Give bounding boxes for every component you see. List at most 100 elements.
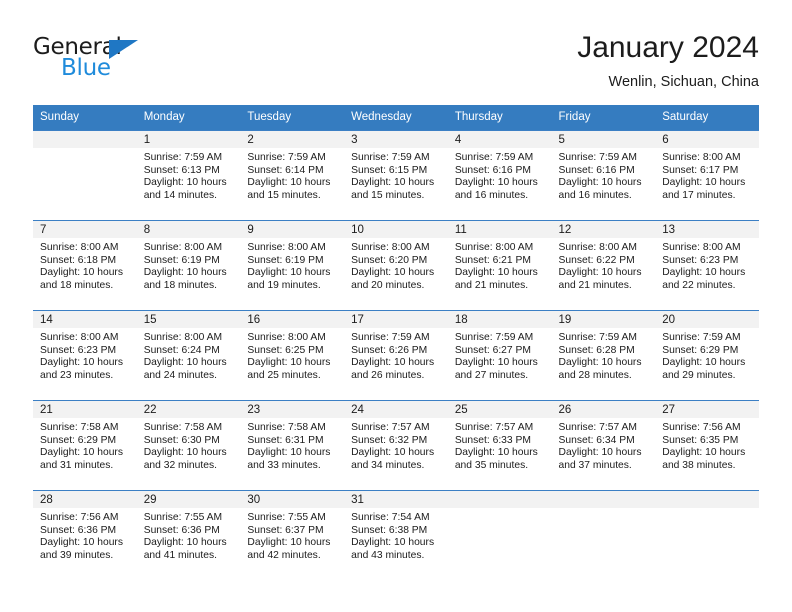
sunrise-text: Sunrise: 7:57 AM — [558, 422, 637, 433]
calendar-day-cell[interactable]: 19 Sunrise: 7:59 AM Sunset: 6:28 PM Dayligh… — [551, 310, 656, 400]
day-cell-inner: 1 Sunrise: 7:59 AM Sunset: 6:13 PM Daylight… — [136, 130, 241, 220]
day-cell-details: Sunrise: 7:54 AM Sunset: 6:38 PM Daylight:… — [344, 508, 448, 562]
location-subtitle: Wenlin, Sichuan, China — [608, 74, 759, 90]
calendar-day-cell[interactable]: 5 Sunrise: 7:59 AM Sunset: 6:16 PM Daylight… — [551, 130, 656, 220]
daylight-text-line1: Daylight: 10 hours — [351, 537, 435, 549]
sunrise-text: Sunrise: 7:58 AM — [247, 422, 326, 433]
calendar-day-cell[interactable]: 23 Sunrise: 7:58 AM Sunset: 6:31 PM Dayligh… — [240, 400, 345, 490]
sunset-text: Sunset: 6:23 PM — [40, 344, 117, 356]
calendar-day-cell[interactable]: 29 Sunrise: 7:55 AM Sunset: 6:36 PM Dayligh… — [136, 490, 241, 580]
daylight-text-line1: Daylight: 10 hours — [351, 447, 435, 459]
day-cell-inner: 20 Sunrise: 7:59 AM Sunset: 6:29 PM Dayligh… — [655, 310, 759, 400]
daylight-text-line1: Daylight: 10 hours — [247, 267, 331, 279]
calendar-day-cell[interactable]: 1 Sunrise: 7:59 AM Sunset: 6:13 PM Daylight… — [136, 130, 241, 220]
page-header: General Blue January 2024 Wenlin, Sichua… — [33, 30, 759, 100]
calendar-day-cell[interactable]: 24 Sunrise: 7:57 AM Sunset: 6:32 PM Dayligh… — [344, 400, 448, 490]
daylight-text-line2: and 22 minutes. — [662, 279, 736, 291]
calendar-day-cell[interactable]: 21 Sunrise: 7:58 AM Sunset: 6:29 PM Dayligh… — [33, 400, 137, 490]
sunrise-text: Sunrise: 7:55 AM — [143, 512, 223, 523]
weekday-header-wednesday: Wednesday — [344, 105, 448, 130]
calendar-day-cell[interactable]: 18 Sunrise: 7:59 AM Sunset: 6:27 PM Dayligh… — [447, 310, 552, 400]
day-cell-inner: 7 Sunrise: 8:00 AM Sunset: 6:18 PM Daylight… — [33, 220, 137, 310]
daylight-text-line1: Daylight: 10 hours — [143, 357, 227, 369]
calendar-day-cell[interactable]: 17 Sunrise: 7:59 AM Sunset: 6:26 PM Dayligh… — [344, 310, 448, 400]
calendar-day-cell[interactable]: 8 Sunrise: 8:00 AM Sunset: 6:19 PM Daylight… — [136, 220, 241, 310]
calendar-grid: Sunday Monday Tuesday Wednesday Thursday Frid… — [33, 105, 759, 580]
daylight-text-line2: and 33 minutes. — [247, 459, 321, 471]
day-cell-inner: 10 Sunrise: 8:00 AM Sunset: 6:20 PM Dayligh… — [344, 220, 448, 310]
day-cell-inner — [33, 130, 137, 220]
day-cell-inner: 3 Sunrise: 7:59 AM Sunset: 6:15 PM Daylight… — [344, 130, 448, 220]
calendar-day-cell[interactable]: 15 Sunrise: 8:00 AM Sunset: 6:24 PM Dayligh… — [136, 310, 241, 400]
sunset-text: Sunset: 6:18 PM — [40, 254, 117, 266]
sunrise-text: Sunrise: 8:00 AM — [40, 242, 119, 253]
day-cell-inner: 5 Sunrise: 7:59 AM Sunset: 6:16 PM Daylight… — [551, 130, 656, 220]
calendar-day-cell[interactable]: 22 Sunrise: 7:58 AM Sunset: 6:30 PM Dayligh… — [136, 400, 241, 490]
day-cell-details: Sunrise: 7:57 AM Sunset: 6:34 PM Daylight:… — [552, 418, 656, 472]
calendar-day-cell[interactable]: 13 Sunrise: 8:00 AM Sunset: 6:23 PM Dayligh… — [655, 220, 759, 310]
daylight-text-line2: and 25 minutes. — [247, 369, 321, 381]
calendar-day-cell[interactable]: 20 Sunrise: 7:59 AM Sunset: 6:29 PM Dayligh… — [655, 310, 759, 400]
calendar-day-cell[interactable]: 31 Sunrise: 7:54 AM Sunset: 6:38 PM Dayligh… — [344, 490, 448, 580]
day-number: 5 — [551, 131, 656, 148]
daylight-text-line2: and 23 minutes. — [40, 369, 114, 381]
daylight-text-line2: and 35 minutes. — [454, 459, 529, 471]
day-cell-details: Sunrise: 7:55 AM Sunset: 6:36 PM Daylight:… — [137, 508, 241, 562]
day-cell-inner: 9 Sunrise: 8:00 AM Sunset: 6:19 PM Daylight… — [240, 220, 345, 310]
calendar-day-cell[interactable]: 16 Sunrise: 8:00 AM Sunset: 6:25 PM Dayligh… — [240, 310, 345, 400]
sunset-text: Sunset: 6:36 PM — [143, 524, 220, 536]
day-number: 29 — [136, 491, 241, 508]
calendar-day-cell[interactable]: 26 Sunrise: 7:57 AM Sunset: 6:34 PM Dayligh… — [551, 400, 656, 490]
calendar-day-cell[interactable]: 28 Sunrise: 7:56 AM Sunset: 6:36 PM Dayligh… — [33, 490, 137, 580]
day-cell-details: Sunrise: 7:57 AM Sunset: 6:32 PM Daylight:… — [344, 418, 448, 472]
daylight-text-line1: Daylight: 10 hours — [662, 267, 746, 279]
calendar-day-cell[interactable]: 11 Sunrise: 8:00 AM Sunset: 6:21 PM Dayligh… — [447, 220, 552, 310]
day-cell-inner: 22 Sunrise: 7:58 AM Sunset: 6:30 PM Dayligh… — [136, 400, 241, 490]
calendar-day-cell[interactable]: 2 Sunrise: 7:59 AM Sunset: 6:14 PM Daylight… — [240, 130, 345, 220]
day-cell-inner: 27 Sunrise: 7:56 AM Sunset: 6:35 PM Dayligh… — [655, 400, 759, 490]
calendar-cell-empty — [447, 490, 552, 580]
daylight-text-line1: Daylight: 10 hours — [40, 537, 123, 549]
sunrise-text: Sunrise: 8:00 AM — [662, 152, 741, 163]
calendar-day-cell[interactable]: 4 Sunrise: 7:59 AM Sunset: 6:16 PM Daylight… — [447, 130, 552, 220]
sunset-text: Sunset: 6:37 PM — [247, 524, 324, 536]
sunset-text: Sunset: 6:22 PM — [558, 254, 635, 266]
calendar-day-cell[interactable]: 3 Sunrise: 7:59 AM Sunset: 6:15 PM Daylight… — [344, 130, 448, 220]
calendar-day-cell[interactable]: 27 Sunrise: 7:56 AM Sunset: 6:35 PM Dayligh… — [655, 400, 759, 490]
sunrise-text: Sunrise: 7:56 AM — [662, 422, 741, 433]
daylight-text-line1: Daylight: 10 hours — [454, 447, 538, 459]
calendar-day-cell[interactable]: 12 Sunrise: 8:00 AM Sunset: 6:22 PM Dayligh… — [551, 220, 656, 310]
sunrise-text: Sunrise: 8:00 AM — [454, 242, 534, 253]
weekday-header-sunday: Sunday — [33, 105, 137, 130]
calendar-day-cell[interactable]: 9 Sunrise: 8:00 AM Sunset: 6:19 PM Daylight… — [240, 220, 345, 310]
day-cell-details: Sunrise: 8:00 AM Sunset: 6:25 PM Daylight:… — [240, 328, 344, 382]
calendar-week-row: 28 Sunrise: 7:56 AM Sunset: 6:36 PM Dayligh… — [33, 490, 759, 580]
calendar-day-cell[interactable]: 25 Sunrise: 7:57 AM Sunset: 6:33 PM Dayligh… — [447, 400, 552, 490]
daylight-text-line1: Daylight: 10 hours — [247, 537, 331, 549]
calendar-week-row: 7 Sunrise: 8:00 AM Sunset: 6:18 PM Daylight… — [33, 220, 759, 310]
day-number: 18 — [447, 311, 552, 328]
day-cell-details: Sunrise: 7:55 AM Sunset: 6:37 PM Daylight:… — [240, 508, 344, 562]
calendar-cell-empty — [551, 490, 656, 580]
sunset-text: Sunset: 6:24 PM — [143, 344, 220, 356]
day-number: 30 — [240, 491, 345, 508]
day-cell-inner: 14 Sunrise: 8:00 AM Sunset: 6:23 PM Dayligh… — [33, 310, 137, 400]
calendar-day-cell[interactable]: 6 Sunrise: 8:00 AM Sunset: 6:17 PM Daylight… — [655, 130, 759, 220]
daylight-text-line1: Daylight: 10 hours — [351, 267, 435, 279]
sunrise-text: Sunrise: 7:57 AM — [454, 422, 534, 433]
weekday-header-saturday: Saturday — [655, 105, 759, 130]
calendar-day-cell[interactable]: 30 Sunrise: 7:55 AM Sunset: 6:37 PM Dayligh… — [240, 490, 345, 580]
sunset-text: Sunset: 6:27 PM — [454, 344, 531, 356]
calendar-day-cell[interactable]: 14 Sunrise: 8:00 AM Sunset: 6:23 PM Dayligh… — [33, 310, 137, 400]
daylight-text-line1: Daylight: 10 hours — [351, 177, 435, 189]
calendar-day-cell[interactable]: 10 Sunrise: 8:00 AM Sunset: 6:20 PM Dayligh… — [344, 220, 448, 310]
day-number: 20 — [655, 311, 759, 328]
calendar-day-cell[interactable]: 7 Sunrise: 8:00 AM Sunset: 6:18 PM Daylight… — [33, 220, 137, 310]
sunrise-text: Sunrise: 7:54 AM — [351, 512, 430, 523]
day-cell-inner: 2 Sunrise: 7:59 AM Sunset: 6:14 PM Daylight… — [240, 130, 345, 220]
logo[interactable]: General Blue — [33, 34, 233, 90]
daylight-text-line1: Daylight: 10 hours — [143, 537, 227, 549]
sunset-text: Sunset: 6:31 PM — [247, 434, 324, 446]
day-cell-details: Sunrise: 8:00 AM Sunset: 6:19 PM Daylight:… — [137, 238, 241, 292]
sunrise-text: Sunrise: 7:59 AM — [558, 152, 637, 163]
